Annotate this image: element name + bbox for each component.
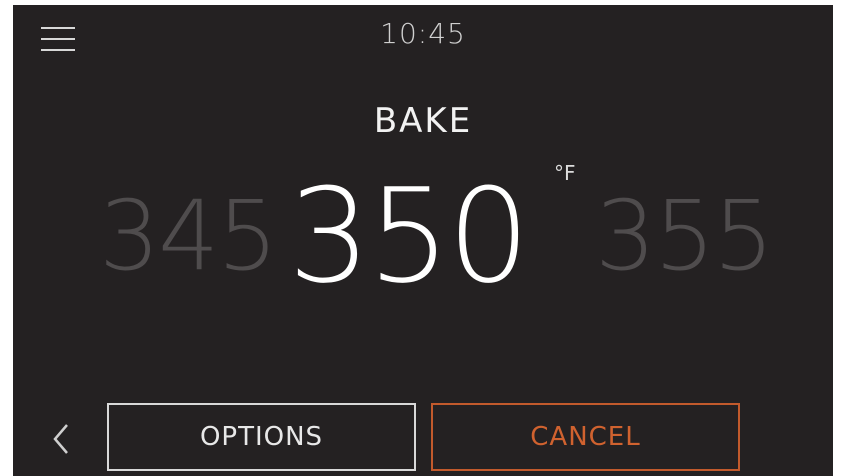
cancel-button[interactable]: CANCEL: [431, 403, 740, 471]
temperature-previous-option[interactable]: 345: [99, 188, 278, 284]
temperature-current-value[interactable]: 350: [288, 171, 530, 301]
device-frame: 10:45 BAKE 345 350 °F 355 OPTIONS CANCEL: [0, 0, 843, 476]
options-button-label: OPTIONS: [199, 422, 324, 452]
oven-display-screen: 10:45 BAKE 345 350 °F 355 OPTIONS CANCEL: [13, 5, 833, 476]
clock-time: 10:45: [380, 17, 466, 50]
chevron-left-glyph: [53, 424, 68, 454]
cancel-button-label: CANCEL: [530, 422, 641, 452]
chevron-left-icon[interactable]: [49, 421, 75, 457]
temperature-unit: °F: [554, 161, 576, 185]
cooking-mode-title: BAKE: [373, 101, 473, 141]
options-button[interactable]: OPTIONS: [107, 403, 416, 471]
temperature-next-option[interactable]: 355: [595, 188, 774, 284]
